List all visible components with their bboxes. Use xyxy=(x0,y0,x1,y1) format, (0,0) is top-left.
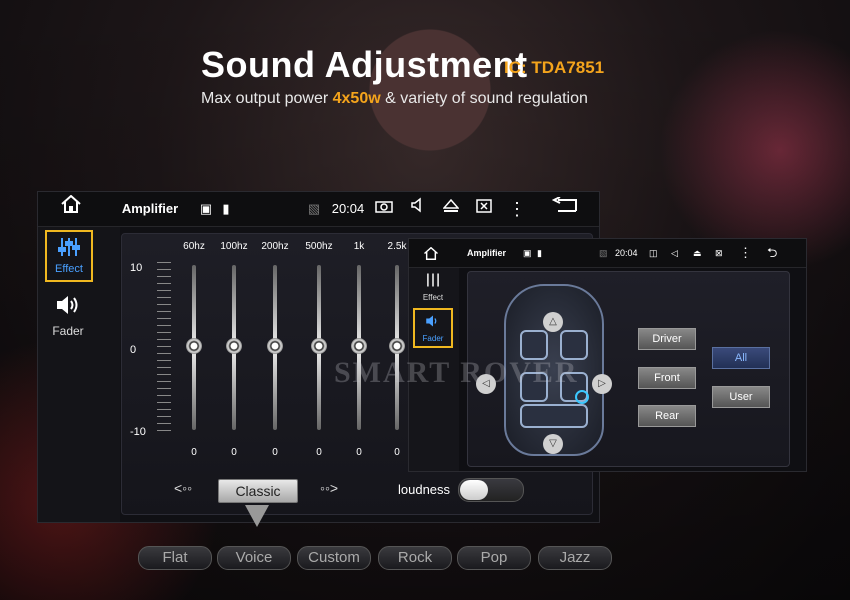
eject-icon[interactable]: ⏏ xyxy=(693,239,702,267)
balance-down-button[interactable]: ▽ xyxy=(543,434,563,454)
status-bar-2: Amplifier ▣ ▮ ▧ 20:04 ◫ ◁ ⏏ ⊠ ⋮ ⮌ xyxy=(409,239,806,268)
band-slider-knob[interactable] xyxy=(267,338,283,354)
all-button[interactable]: All xyxy=(712,347,770,369)
user-button[interactable]: User xyxy=(712,386,770,408)
home-icon[interactable] xyxy=(56,192,86,226)
more-icon[interactable]: ⋮ xyxy=(508,192,526,226)
eject-icon[interactable] xyxy=(440,192,462,226)
preset-chip-voice[interactable]: Voice xyxy=(217,546,291,570)
preset-chip-flat[interactable]: Flat xyxy=(138,546,212,570)
gallery-icon: ▣ xyxy=(199,201,213,216)
sidebar-item-fader[interactable]: Fader xyxy=(46,289,90,339)
next-preset-button[interactable]: ◦◦> xyxy=(320,480,338,496)
y-label-top: 10 xyxy=(130,262,143,274)
band-value: 0 xyxy=(316,447,322,458)
sd-card-icon: ▮ xyxy=(537,248,542,258)
loudness-label: loudness xyxy=(398,482,451,497)
loudness-toggle[interactable] xyxy=(458,478,524,502)
preset-chip-custom[interactable]: Custom xyxy=(297,546,371,570)
preset-chip-jazz[interactable]: Jazz xyxy=(538,546,612,570)
band-slider-knob[interactable] xyxy=(389,338,405,354)
watermark: SMART ROVER xyxy=(334,356,579,389)
rear-button[interactable]: Rear xyxy=(638,405,696,427)
sidebar-item-label: Fader xyxy=(422,334,444,343)
equalizer-icon xyxy=(427,273,439,287)
close-window-icon[interactable]: ⊠ xyxy=(715,239,723,267)
y-label-mid: 0 xyxy=(130,344,137,356)
sidebar-item-label: Effect xyxy=(422,293,444,302)
prev-preset-button[interactable]: <◦◦ xyxy=(174,480,192,496)
sidebar-item-fader[interactable]: Fader xyxy=(413,308,453,348)
band-freq-label: 500hz xyxy=(305,241,333,252)
seat-rear xyxy=(520,404,588,428)
band-slider-knob[interactable] xyxy=(226,338,242,354)
back-icon[interactable] xyxy=(550,192,580,226)
driver-button[interactable]: Driver xyxy=(638,328,696,350)
volume-icon[interactable] xyxy=(408,192,428,226)
status-bar: Amplifier ▣ ▮ ▧ 20:04 ⋮ xyxy=(38,192,599,227)
back-icon[interactable]: ⮌ xyxy=(767,239,777,267)
band-slider-knob[interactable] xyxy=(311,338,327,354)
no-sim-icon: ▧ xyxy=(599,248,608,258)
balance-center-icon[interactable] xyxy=(575,390,589,404)
down-arrow-icon xyxy=(245,505,269,527)
fader-window: Amplifier ▣ ▮ ▧ 20:04 ◫ ◁ ⏏ ⊠ ⋮ ⮌ Effect… xyxy=(408,238,807,472)
volume-icon[interactable]: ◁ xyxy=(671,239,678,267)
camera-icon[interactable]: ◫ xyxy=(649,239,658,267)
band-freq-label: 1k xyxy=(353,241,365,252)
band-freq-label: 100hz xyxy=(220,241,248,252)
more-icon[interactable]: ⋮ xyxy=(739,239,752,267)
sidebar-item-label: Fader xyxy=(52,324,84,338)
no-sim-icon: ▧ xyxy=(307,201,321,216)
app-title: Amplifier xyxy=(467,248,507,258)
subtitle: Max output power 4x50w & variety of soun… xyxy=(201,90,588,108)
sidebar-item-label: Effect xyxy=(55,263,83,275)
band-value: 0 xyxy=(394,447,400,458)
clock: 20:04 xyxy=(615,248,638,258)
speaker-icon xyxy=(426,315,437,327)
band-value: 0 xyxy=(356,447,362,458)
subtitle-highlight: 4x50w xyxy=(332,90,381,107)
equalizer-icon xyxy=(58,238,80,256)
camera-icon[interactable] xyxy=(374,192,394,226)
toggle-thumb xyxy=(460,480,488,500)
subtitle-pre: Max output power xyxy=(201,90,333,107)
home-icon[interactable] xyxy=(423,239,439,267)
preset-chip-rock[interactable]: Rock xyxy=(378,546,452,570)
db-scale xyxy=(157,262,171,437)
band-slider-knob[interactable] xyxy=(186,338,202,354)
front-button[interactable]: Front xyxy=(638,367,696,389)
clock: 20:04 xyxy=(331,201,365,216)
sidebar-item-effect[interactable]: Effect xyxy=(45,230,93,282)
sidebar: Effect Fader xyxy=(38,227,120,522)
band-freq-label: 200hz xyxy=(261,241,289,252)
y-label-bottom: -10 xyxy=(130,426,146,438)
band-value: 0 xyxy=(272,447,278,458)
page-title: Sound Adjustment xyxy=(201,44,528,85)
ic-label: IC: TDA7851 xyxy=(504,58,605,77)
gallery-icon: ▣ xyxy=(523,248,532,258)
balance-up-button[interactable]: △ xyxy=(543,312,563,332)
speaker-icon xyxy=(57,296,78,314)
preset-chip-pop[interactable]: Pop xyxy=(457,546,531,570)
balance-right-button[interactable]: ▷ xyxy=(592,374,612,394)
band-value: 0 xyxy=(191,447,197,458)
preset-selector[interactable]: Classic xyxy=(218,479,298,503)
band-freq-label: 60hz xyxy=(183,241,205,252)
band-slider-knob[interactable] xyxy=(351,338,367,354)
subtitle-post: & variety of sound regulation xyxy=(380,90,588,107)
app-title: Amplifier xyxy=(121,201,179,216)
close-window-icon[interactable] xyxy=(473,192,495,226)
sd-card-icon: ▮ xyxy=(222,201,230,216)
band-value: 0 xyxy=(231,447,237,458)
sidebar-item-effect[interactable]: Effect xyxy=(413,270,453,306)
